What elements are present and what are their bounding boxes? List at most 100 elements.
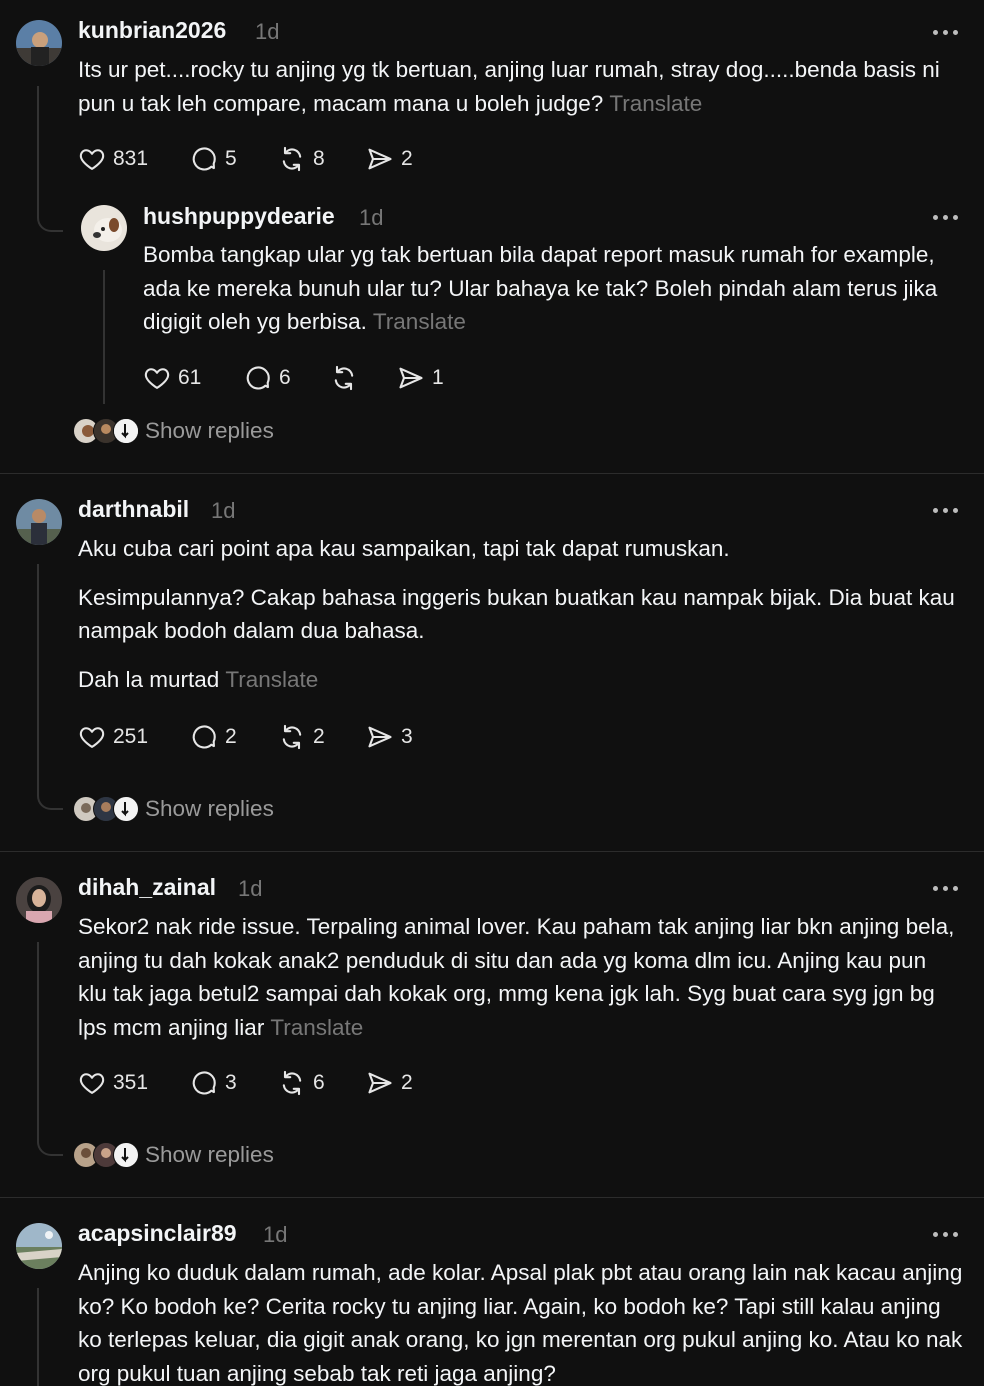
timestamp: 1d [238, 876, 263, 901]
timestamp: 1d [359, 205, 384, 230]
username[interactable]: darthnabil [78, 496, 189, 523]
more-icon[interactable] [930, 878, 962, 898]
share-icon [368, 1072, 392, 1094]
avatar[interactable] [81, 205, 127, 251]
repost-button[interactable]: 8 [278, 144, 325, 174]
post-paragraph: Dah la murtad [78, 666, 220, 692]
reply-button[interactable]: 3 [190, 1068, 237, 1098]
more-icon[interactable] [930, 1224, 962, 1244]
post-paragraph: Its ur pet....rocky tu anjing yg tk bert… [78, 57, 940, 116]
show-replies-label: Show replies [145, 1142, 274, 1167]
share-count: 2 [401, 147, 413, 170]
reply-avatars [73, 1142, 141, 1168]
like-count: 351 [113, 1071, 149, 1094]
comment-icon [192, 725, 216, 749]
repost-count: 2 [313, 725, 325, 748]
like-count: 61 [178, 366, 202, 389]
like-button[interactable]: 831 [78, 144, 148, 174]
post-paragraph: Kesimpulannya? Cakap bahasa inggeris buk… [78, 584, 955, 644]
show-replies-button[interactable]: Show replies [73, 795, 274, 823]
post-paragraph: Sekor2 nak ride issue. Terpaling animal … [78, 914, 955, 1040]
divider [0, 1197, 984, 1198]
username[interactable]: acapsinclair89 [78, 1220, 237, 1247]
show-replies-label: Show replies [145, 418, 274, 443]
more-icon[interactable] [930, 500, 962, 520]
like-count: 251 [113, 725, 149, 748]
repost-button[interactable]: 2 [278, 722, 325, 752]
reply-button[interactable]: 2 [190, 722, 237, 752]
repost-icon [282, 1070, 302, 1096]
translate-link[interactable]: Translate [373, 309, 466, 334]
reply-avatar [113, 1142, 139, 1168]
username[interactable]: dihah_zainal [78, 874, 216, 901]
avatar[interactable] [16, 877, 62, 923]
thread-connector [37, 784, 63, 810]
share-icon [399, 367, 423, 389]
more-icon[interactable] [930, 207, 962, 227]
avatar[interactable] [16, 20, 62, 66]
repost-button[interactable] [330, 363, 365, 393]
post-paragraph: Anjing ko duduk dalam rumah, ade kolar. … [78, 1260, 963, 1386]
avatar[interactable] [16, 499, 62, 545]
share-count: 3 [401, 725, 413, 748]
share-icon [368, 726, 392, 748]
heart-icon [79, 149, 105, 170]
more-icon[interactable] [930, 22, 962, 42]
show-replies-button[interactable]: Show replies [73, 1141, 274, 1169]
reply-avatars [73, 796, 141, 822]
post-text: Aku cuba cari point apa kau sampaikan, t… [78, 532, 958, 696]
repost-count: 8 [313, 147, 325, 170]
share-count: 1 [432, 366, 444, 389]
like-count: 831 [113, 147, 149, 170]
reply-count: 6 [279, 366, 291, 389]
show-replies-button[interactable]: Show replies [73, 417, 274, 445]
repost-icon [282, 724, 302, 750]
comment-icon [192, 147, 216, 171]
share-button[interactable]: 2 [366, 1068, 413, 1098]
show-replies-label: Show replies [145, 796, 274, 821]
like-button[interactable]: 351 [78, 1068, 148, 1098]
post-text: Its ur pet....rocky tu anjing yg tk bert… [78, 53, 958, 120]
reply-button[interactable]: 5 [190, 144, 237, 174]
heart-icon [144, 368, 170, 389]
repost-button[interactable]: 6 [278, 1068, 325, 1098]
translate-link[interactable]: Translate [225, 667, 318, 692]
repost-count: 6 [313, 1071, 325, 1094]
share-button[interactable]: 1 [397, 363, 444, 393]
reply-count: 3 [225, 1071, 237, 1094]
share-button[interactable]: 3 [366, 722, 413, 752]
reply-button[interactable]: 6 [244, 363, 291, 393]
thread-line [37, 564, 39, 784]
divider [0, 851, 984, 852]
like-button[interactable]: 61 [143, 363, 201, 393]
timestamp: 1d [211, 498, 236, 523]
comment-icon [246, 366, 270, 390]
share-count: 2 [401, 1071, 413, 1094]
translate-link[interactable]: Translate [270, 1015, 363, 1040]
thread-line [37, 86, 39, 206]
reply-avatars [73, 418, 141, 444]
thread-connector [37, 206, 63, 232]
heart-icon [79, 1073, 105, 1094]
post-text: Anjing ko duduk dalam rumah, ade kolar. … [78, 1256, 968, 1386]
thread-line [103, 270, 105, 404]
username[interactable]: hushpuppydearie [143, 203, 335, 230]
divider [0, 473, 984, 474]
post-paragraph: Aku cuba cari point apa kau sampaikan, t… [78, 536, 730, 561]
thread-line [37, 1288, 39, 1386]
reply-count: 5 [225, 147, 237, 170]
like-button[interactable]: 251 [78, 722, 148, 752]
action-bar: 61 6 1 [143, 363, 543, 393]
reply-avatar [113, 796, 139, 822]
reply-count: 2 [225, 725, 237, 748]
comment-icon [192, 1071, 216, 1095]
translate-link[interactable]: Translate [609, 91, 702, 116]
reply-avatar [113, 418, 139, 444]
username[interactable]: kunbrian2026 [78, 17, 226, 44]
share-button[interactable]: 2 [366, 144, 413, 174]
avatar[interactable] [16, 1223, 62, 1269]
repost-icon [282, 146, 302, 172]
timestamp: 1d [263, 1222, 288, 1247]
repost-icon [334, 365, 354, 391]
action-bar: 351 3 6 2 [78, 1068, 478, 1098]
